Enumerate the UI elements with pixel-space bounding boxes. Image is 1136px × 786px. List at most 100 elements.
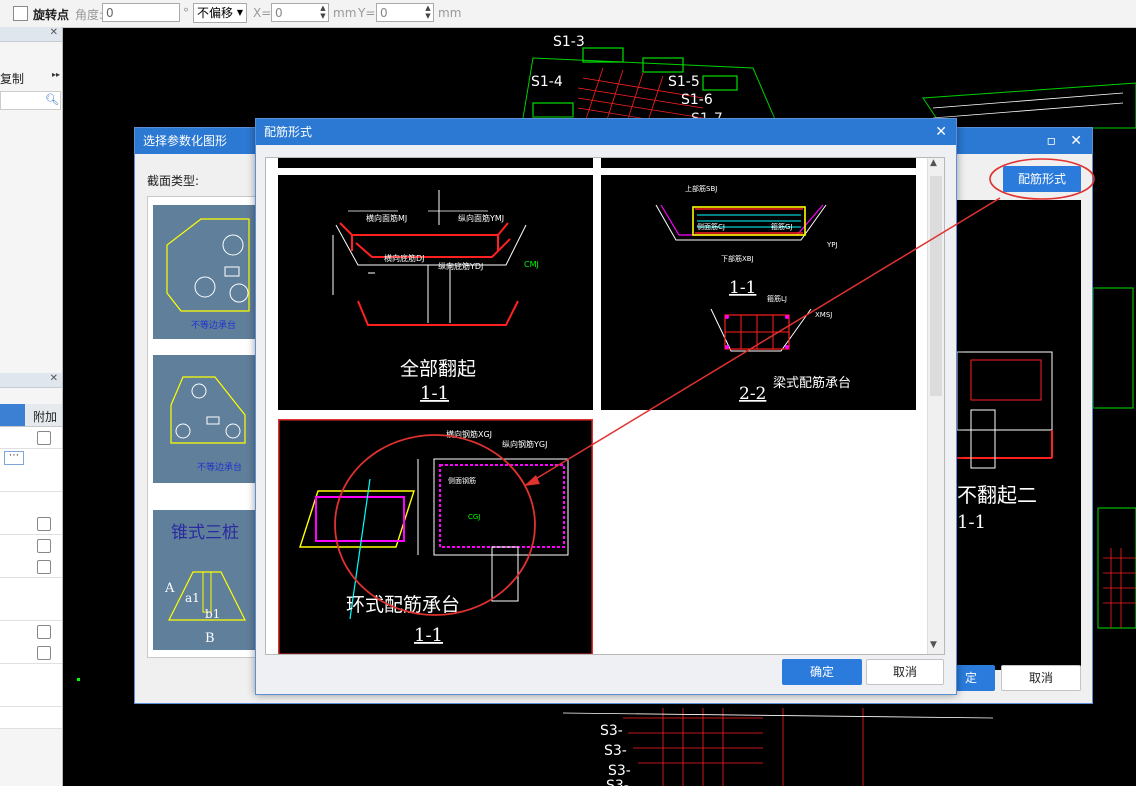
table-row[interactable] bbox=[0, 620, 62, 643]
table-row[interactable] bbox=[0, 556, 62, 578]
option-section: 2-2 bbox=[739, 384, 766, 404]
cad-label: S1-4 bbox=[531, 74, 563, 90]
x-mm-unit: mm bbox=[333, 6, 357, 20]
table-row[interactable] bbox=[0, 491, 62, 514]
preview-title: 不翻起二 bbox=[957, 483, 1037, 507]
rebar-label: CMJ bbox=[524, 260, 539, 269]
attach-checkbox[interactable] bbox=[37, 560, 51, 574]
x-offset-input[interactable]: 0 ▲ ▼ bbox=[271, 3, 329, 22]
rebar-label: 横向钢筋XGJ bbox=[446, 429, 492, 439]
table-row[interactable] bbox=[0, 470, 62, 492]
table-row[interactable] bbox=[0, 534, 62, 557]
preview-section: 1-1 bbox=[957, 512, 986, 533]
attach-checkbox[interactable] bbox=[37, 624, 51, 639]
confirm-button[interactable]: 确定 bbox=[782, 659, 862, 685]
attach-checkbox[interactable] bbox=[37, 431, 51, 445]
close-icon[interactable]: ✕ bbox=[935, 124, 947, 140]
maximize-icon[interactable]: ▫ bbox=[1047, 133, 1057, 149]
more-button[interactable]: ⋯ bbox=[4, 451, 24, 465]
offset-mode-select[interactable]: 不偏移 ▼ bbox=[193, 3, 247, 23]
option-caption: 环式配筋承台 bbox=[346, 594, 460, 616]
thumb-caption: 不等边承台 bbox=[191, 319, 236, 331]
attach-checkbox[interactable] bbox=[37, 517, 51, 531]
cad-label: S1-5 bbox=[668, 74, 700, 90]
angle-label: 角度: bbox=[75, 8, 104, 22]
rebar-label: 侧面筋CJ bbox=[697, 222, 725, 231]
table-row[interactable] bbox=[0, 427, 62, 449]
option-all-raised[interactable]: 横向面筋MJ 纵向面筋YMJ 横向底筋DJ 纵向底筋YDJ CMJ 全部翻起 1… bbox=[278, 175, 593, 410]
table-row[interactable] bbox=[0, 599, 62, 621]
attach-checkbox[interactable] bbox=[37, 646, 51, 660]
left-panel: ✕ 复制 ▸▸ 🔍︎ ✕ 附加 ⋯ bbox=[0, 27, 63, 786]
attach-checkbox[interactable] bbox=[37, 538, 51, 553]
rebar-form-dialog: 配筋形式 ✕ 横向面筋MJ 纵向面筋YMJ 横向底筋DJ 纵向底筋YDJ CMJ bbox=[255, 118, 957, 695]
table-row[interactable] bbox=[0, 642, 62, 664]
table-row[interactable] bbox=[0, 685, 62, 707]
search-icon: 🔍︎ bbox=[45, 93, 59, 106]
rebar-label: 侧面钢筋 bbox=[448, 476, 476, 485]
rebar-label: 纵向面筋YMJ bbox=[458, 213, 504, 223]
table-row[interactable] bbox=[0, 706, 62, 729]
thumb-title: 锥式三桩 bbox=[171, 523, 239, 543]
rebar-label: 纵向底筋YDJ bbox=[438, 261, 483, 271]
close-icon[interactable]: ✕ bbox=[50, 373, 58, 384]
shape-thumb-unequal-cap-2[interactable]: 不等边承台 bbox=[153, 355, 258, 483]
option-beam-type-cap[interactable]: 1-1 上部筋SBJ 侧面筋CJ 箍筋GJ 下部筋XBJ 箍筋LJ YPJ XM… bbox=[601, 175, 916, 410]
rebar-option-list[interactable]: 横向面筋MJ 纵向面筋YMJ 横向底筋DJ 纵向底筋YDJ CMJ 全部翻起 1… bbox=[265, 157, 945, 655]
rebar-label: 箍筋LJ bbox=[767, 294, 787, 303]
option-section: 1-1 bbox=[729, 278, 756, 298]
vertical-scrollbar[interactable]: ▲ ▼ bbox=[927, 158, 944, 654]
degree-unit: ° bbox=[183, 6, 189, 20]
cad-label: S1-3 bbox=[553, 34, 585, 50]
y-offset-input[interactable]: 0 ▲ ▼ bbox=[376, 3, 434, 22]
cad-label: S1-6 bbox=[681, 92, 713, 108]
rotate-point-checkbox[interactable] bbox=[13, 6, 28, 21]
table-row[interactable] bbox=[0, 663, 62, 686]
cad-label: S3- bbox=[608, 763, 631, 779]
close-icon[interactable]: ✕ bbox=[1070, 133, 1082, 149]
selected-column-header bbox=[0, 404, 25, 426]
cancel-button[interactable]: 取消 bbox=[866, 659, 944, 685]
option-ring-type-cap[interactable]: 横向钢筋XGJ 纵向钢筋YGJ 侧面钢筋 CGJ 环式配筋承台 1-1 bbox=[278, 419, 593, 655]
option-thumb-partial[interactable] bbox=[278, 158, 593, 168]
spinner-icon[interactable]: ▲ ▼ bbox=[423, 4, 433, 21]
spinner-icon[interactable]: ▲ ▼ bbox=[318, 4, 328, 21]
cancel-button[interactable]: 取消 bbox=[1001, 665, 1081, 691]
option-caption: 梁式配筋承台 bbox=[773, 375, 851, 391]
shape-thumb-unequal-cap-1[interactable]: 不等边承台 bbox=[153, 205, 258, 339]
rebar-label: 横向底筋DJ bbox=[384, 253, 425, 263]
rebar-label: CGJ bbox=[468, 513, 480, 521]
cad-label: S3- bbox=[604, 743, 627, 759]
rebar-label: 纵向钢筋YGJ bbox=[502, 439, 547, 449]
shape-thumb-cone-three-pile[interactable]: 锥式三桩 A a1 b1 B bbox=[153, 510, 258, 650]
dim-label: A bbox=[164, 581, 175, 596]
search-input[interactable]: 🔍︎ bbox=[0, 91, 61, 110]
option-caption: 全部翻起 bbox=[400, 358, 476, 380]
rebar-label: 上部筋SBJ bbox=[685, 184, 717, 193]
copy-row[interactable]: 复制 ▸▸ bbox=[0, 67, 62, 87]
table-row[interactable] bbox=[0, 577, 62, 600]
top-toolbar: 旋转点 角度: 0 ° 不偏移 ▼ X= 0 ▲ ▼ mm Y= 0 ▲ ▼ mm bbox=[0, 0, 1136, 28]
highlight-ellipse bbox=[989, 158, 1095, 200]
table-row[interactable] bbox=[0, 513, 62, 535]
dim-label: B bbox=[205, 631, 215, 646]
thumb-caption: 不等边承台 bbox=[197, 461, 242, 473]
dialog-title: 配筋形式 bbox=[264, 125, 313, 139]
y-label: Y= bbox=[358, 6, 376, 20]
dialog-title-bar: 配筋形式 bbox=[256, 119, 956, 145]
dialog-title: 选择参数化图形 bbox=[143, 134, 228, 148]
chevron-right-icon: ▸▸ bbox=[52, 70, 61, 79]
scroll-down-icon[interactable]: ▼ bbox=[930, 640, 937, 650]
panel-header: ✕ bbox=[0, 27, 62, 42]
scroll-up-icon[interactable]: ▲ bbox=[930, 158, 937, 168]
rebar-label: YPJ bbox=[826, 241, 838, 249]
property-table-header: 附加 bbox=[0, 404, 62, 427]
chevron-down-icon: ▼ bbox=[236, 8, 243, 17]
angle-input[interactable]: 0 bbox=[102, 3, 180, 22]
option-thumb-partial[interactable] bbox=[601, 158, 916, 168]
rotate-point-label: 旋转点 bbox=[33, 8, 70, 22]
close-icon[interactable]: ✕ bbox=[50, 27, 58, 38]
section-type-label: 截面类型: bbox=[147, 174, 200, 188]
cad-label: S3- bbox=[600, 723, 623, 739]
scroll-thumb[interactable] bbox=[930, 176, 942, 396]
